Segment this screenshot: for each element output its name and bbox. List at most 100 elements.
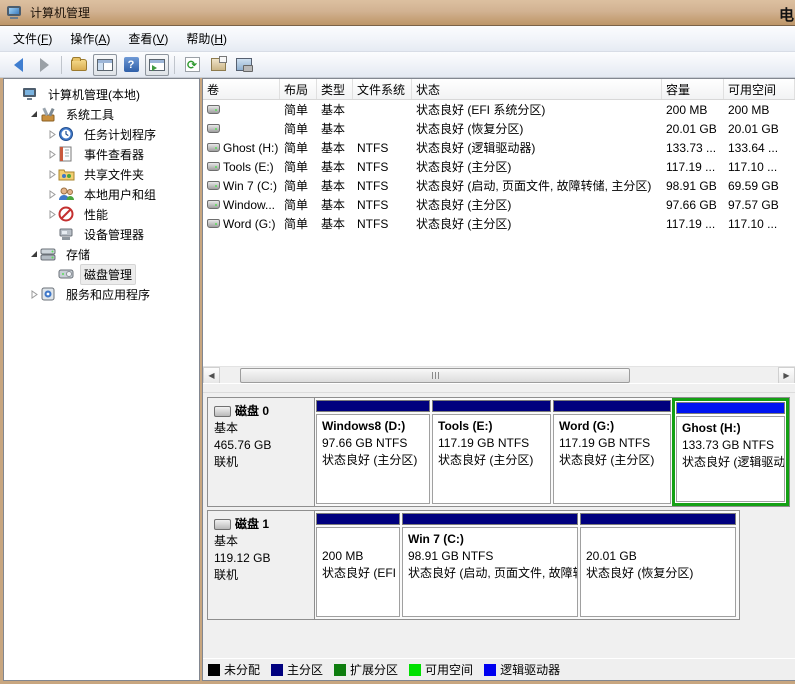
tree-collapsed-arrow-icon[interactable] bbox=[46, 150, 58, 159]
column-header-0[interactable]: 卷 bbox=[203, 79, 280, 99]
volume-icon bbox=[207, 181, 220, 190]
tree-collapsed-arrow-icon[interactable] bbox=[46, 190, 58, 199]
cell-free: 20.01 GB bbox=[724, 119, 795, 138]
disk-icon bbox=[214, 406, 231, 417]
logical-drive-stripe bbox=[676, 402, 785, 414]
tree-item-0[interactable]: 计算机管理(本地) bbox=[4, 84, 199, 104]
tree-item-2[interactable]: 任务计划程序 bbox=[4, 124, 199, 144]
partition-block[interactable]: Tools (E:)117.19 GB NTFS状态良好 (主分区) bbox=[432, 400, 551, 504]
tree-collapsed-arrow-icon[interactable] bbox=[46, 170, 58, 179]
volume-row[interactable]: Ghost (H:)简单基本NTFS状态良好 (逻辑驱动器)133.73 ...… bbox=[203, 138, 795, 157]
cell-free: 97.57 GB bbox=[724, 195, 795, 214]
tree-item-8[interactable]: 存储 bbox=[4, 244, 199, 264]
partition-body: Tools (E:)117.19 GB NTFS状态良好 (主分区) bbox=[432, 414, 551, 504]
folder-icon[interactable] bbox=[67, 54, 91, 76]
tree-item-9[interactable]: 磁盘管理 bbox=[4, 264, 199, 284]
disk-info-1[interactable]: 磁盘 1基本119.12 GB联机 bbox=[208, 511, 315, 619]
tree-item-3[interactable]: 事件查看器 bbox=[4, 144, 199, 164]
column-header-3[interactable]: 文件系统 bbox=[353, 79, 412, 99]
main-content: 计算机管理(本地)系统工具任务计划程序事件查看器共享文件夹本地用户和组性能设备管… bbox=[0, 78, 795, 684]
partition-body: 20.01 GB状态良好 (恢复分区) bbox=[580, 527, 736, 617]
cell-fs: NTFS bbox=[353, 176, 412, 195]
menu-item-2[interactable]: 查看(V) bbox=[119, 26, 177, 51]
menu-item-0[interactable]: 文件(F) bbox=[4, 26, 61, 51]
tree-collapsed-arrow-icon[interactable] bbox=[28, 290, 40, 299]
menu-item-3[interactable]: 帮助(H) bbox=[177, 26, 236, 51]
volume-icon bbox=[207, 105, 220, 114]
volume-row[interactable]: Window...简单基本NTFS状态良好 (主分区)97.66 GB97.57… bbox=[203, 195, 795, 214]
partition-status: 状态良好 (主分区) bbox=[559, 452, 665, 469]
partition-block[interactable]: Win 7 (C:)98.91 GB NTFS状态良好 (启动, 页面文件, 故… bbox=[402, 513, 578, 617]
volume-icon bbox=[207, 200, 220, 209]
scrollbar-track[interactable] bbox=[220, 367, 778, 384]
cell-type: 基本 bbox=[317, 176, 353, 195]
tree-item-4[interactable]: 共享文件夹 bbox=[4, 164, 199, 184]
volume-row[interactable]: Tools (E:)简单基本NTFS状态良好 (主分区)117.19 ...11… bbox=[203, 157, 795, 176]
cell-status: 状态良好 (恢复分区) bbox=[412, 119, 662, 138]
properties-icon[interactable] bbox=[206, 54, 230, 76]
tree-expanded-arrow-icon[interactable] bbox=[28, 110, 40, 119]
storage-icon bbox=[40, 246, 57, 262]
volume-name: Word (G:) bbox=[223, 217, 275, 231]
disk-size: 119.12 GB bbox=[214, 550, 308, 567]
forward-icon[interactable] bbox=[32, 54, 56, 76]
help-icon[interactable]: ? bbox=[119, 54, 143, 76]
column-header-6[interactable]: 可用空间 bbox=[724, 79, 795, 99]
partition-block[interactable]: 200 MB状态良好 (EFI 系统分区) bbox=[316, 513, 400, 617]
refresh-icon[interactable]: ⟳ bbox=[180, 54, 204, 76]
tree-expanded-arrow-icon[interactable] bbox=[28, 250, 40, 259]
partitions-0: Windows8 (D:)97.66 GB NTFS状态良好 (主分区)Tool… bbox=[315, 398, 789, 506]
tree-collapsed-arrow-icon[interactable] bbox=[46, 210, 58, 219]
tree-collapsed-arrow-icon[interactable] bbox=[46, 130, 58, 139]
cell-capacity: 117.19 ... bbox=[662, 214, 724, 233]
partition-label bbox=[322, 531, 394, 548]
scroll-right-button[interactable]: ▶ bbox=[778, 367, 795, 384]
tree-item-6[interactable]: 性能 bbox=[4, 204, 199, 224]
volume-row[interactable]: 简单基本状态良好 (恢复分区)20.01 GB20.01 GB bbox=[203, 119, 795, 138]
disk-name-label: 磁盘 1 bbox=[235, 516, 269, 533]
column-header-4[interactable]: 状态 bbox=[412, 79, 662, 99]
tree-item-1[interactable]: 系统工具 bbox=[4, 104, 199, 124]
tree-item-7[interactable]: 设备管理器 bbox=[4, 224, 199, 244]
column-header-2[interactable]: 类型 bbox=[317, 79, 353, 99]
console-tree-icon[interactable] bbox=[93, 54, 117, 76]
cell-type: 基本 bbox=[317, 214, 353, 233]
pane-splitter[interactable] bbox=[203, 383, 795, 393]
column-header-1[interactable]: 布局 bbox=[280, 79, 317, 99]
volume-name: Win 7 (C:) bbox=[223, 179, 277, 193]
action-pane-icon[interactable] bbox=[145, 54, 169, 76]
legend-item-4: 逻辑驱动器 bbox=[484, 661, 560, 678]
tree-item-5[interactable]: 本地用户和组 bbox=[4, 184, 199, 204]
primary-partition-stripe bbox=[432, 400, 551, 412]
disk-console-icon[interactable] bbox=[232, 54, 256, 76]
cell-capacity: 117.19 ... bbox=[662, 157, 724, 176]
tree-item-10[interactable]: 服务和应用程序 bbox=[4, 284, 199, 304]
scroll-left-button[interactable]: ◀ bbox=[203, 367, 220, 384]
menu-item-1[interactable]: 操作(A) bbox=[61, 26, 119, 51]
partition-block[interactable]: 20.01 GB状态良好 (恢复分区) bbox=[580, 513, 736, 617]
volume-row[interactable]: 简单基本状态良好 (EFI 系统分区)200 MB200 MB bbox=[203, 100, 795, 119]
volume-name: Tools (E:) bbox=[223, 160, 274, 174]
partition-size: 200 MB bbox=[322, 548, 394, 565]
horizontal-scrollbar[interactable]: ◀ ▶ bbox=[203, 366, 795, 383]
details-pane: 卷布局类型文件系统状态容量可用空间 简单基本状态良好 (EFI 系统分区)200… bbox=[202, 78, 795, 681]
partition-block[interactable]: Windows8 (D:)97.66 GB NTFS状态良好 (主分区) bbox=[316, 400, 430, 504]
volume-name: Ghost (H:) bbox=[223, 141, 278, 155]
column-header-5[interactable]: 容量 bbox=[662, 79, 724, 99]
partition-block[interactable]: Ghost (H:)133.73 GB NTFS状态良好 (逻辑驱动器) bbox=[672, 398, 789, 506]
volume-row[interactable]: Win 7 (C:)简单基本NTFS状态良好 (启动, 页面文件, 故障转储, … bbox=[203, 176, 795, 195]
partition-block[interactable]: Word (G:)117.19 GB NTFS状态良好 (主分区) bbox=[553, 400, 671, 504]
disk-rows: 磁盘 0基本465.76 GB联机Windows8 (D:)97.66 GB N… bbox=[207, 397, 795, 620]
app-icon bbox=[7, 6, 23, 20]
volume-icon bbox=[207, 143, 220, 152]
scrollbar-thumb[interactable] bbox=[240, 368, 630, 383]
partition-size: 117.19 GB NTFS bbox=[559, 435, 665, 452]
disk-info-0[interactable]: 磁盘 0基本465.76 GB联机 bbox=[208, 398, 315, 506]
desktop-text-fragment: 电 bbox=[779, 4, 794, 25]
back-icon[interactable] bbox=[6, 54, 30, 76]
partition-status: 状态良好 (恢复分区) bbox=[586, 565, 730, 582]
cell-capacity: 97.66 GB bbox=[662, 195, 724, 214]
volume-row[interactable]: Word (G:)简单基本NTFS状态良好 (主分区)117.19 ...117… bbox=[203, 214, 795, 233]
cell-status: 状态良好 (EFI 系统分区) bbox=[412, 100, 662, 119]
cell-fs: NTFS bbox=[353, 214, 412, 233]
